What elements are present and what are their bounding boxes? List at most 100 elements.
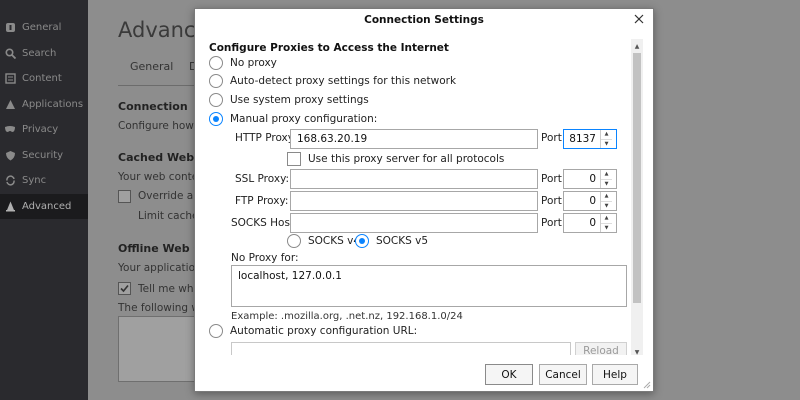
option-label: Manual proxy configuration: [230,113,378,125]
spin-up-icon[interactable]: ▲ [601,130,612,140]
advanced-wizard-icon [4,200,16,212]
sidebar-item-label: Privacy [22,124,59,136]
close-icon[interactable] [633,13,645,25]
http-proxy-input[interactable] [290,129,538,149]
option-label: Auto-detect proxy settings for this netw… [230,75,457,87]
sidebar-item-sync[interactable]: Sync [0,168,88,194]
sidebar-item-label: Content [22,73,62,85]
privacy-mask-icon [4,124,16,136]
no-proxy-example: Example: .mozilla.org, .net.nz, 192.168.… [231,311,463,322]
option-socks-v4[interactable]: SOCKS v4 [287,234,360,248]
sidebar-item-label: Applications [22,98,84,110]
option-manual-proxy[interactable]: Manual proxy configuration: [209,112,377,126]
option-auto-config-url[interactable]: Automatic proxy configuration URL: [209,324,417,338]
sidebar-item-privacy[interactable]: Privacy [0,117,88,143]
spin-down-icon[interactable]: ▼ [601,202,612,211]
spin-down-icon[interactable]: ▼ [601,224,612,233]
sync-icon [4,175,16,187]
ftp-port-input[interactable] [564,192,600,210]
socks-port-label: Port: [541,217,566,229]
search-icon [4,47,16,59]
spin-up-icon[interactable]: ▲ [601,214,612,224]
ok-button[interactable]: OK [485,364,533,385]
socks-v5-label: SOCKS v5 [376,235,429,247]
dialog-title: Connection Settings [364,14,484,26]
option-socks-v5[interactable]: SOCKS v5 [355,234,428,248]
socks-port-stepper[interactable]: ▲▼ [563,213,617,233]
cancel-button[interactable]: Cancel [539,364,587,385]
resize-grip-icon[interactable] [643,381,651,389]
option-auto-detect[interactable]: Auto-detect proxy settings for this netw… [209,74,456,88]
sidebar-item-security[interactable]: Security [0,143,88,169]
ssl-proxy-input[interactable] [290,169,538,189]
sidebar-item-label: Security [22,149,64,161]
tell-me-checkbox[interactable] [118,282,131,295]
port-spinner[interactable]: ▲ ▼ [600,214,612,232]
port-spinner[interactable]: ▲ ▼ [600,170,612,188]
ssl-port-label: Port: [541,173,566,185]
dialog-footer: OK Cancel Help [195,355,653,391]
socks-host-label: SOCKS Host: [231,217,298,229]
checkmark-icon [120,284,129,293]
radio-socks-v4[interactable] [287,234,301,248]
option-system-proxy[interactable]: Use system proxy settings [209,93,369,107]
http-port-stepper[interactable]: ▲▼ [563,129,617,149]
http-port-input[interactable] [564,130,600,148]
option-no-proxy[interactable]: No proxy [209,56,277,70]
radio-auto-config-url[interactable] [209,324,223,338]
section-title: Configure Proxies to Access the Internet [209,42,449,54]
port-spinner[interactable]: ▲ ▼ [600,192,612,210]
radio-no-proxy[interactable] [209,56,223,70]
sidebar-item-label: Advanced [22,200,72,212]
ftp-proxy-label: FTP Proxy: [235,195,289,207]
ssl-port-stepper[interactable]: ▲▼ [563,169,617,189]
sidebar-item-general[interactable]: General [0,15,88,41]
help-button[interactable]: Help [592,364,638,385]
socks-port-input[interactable] [564,214,600,232]
option-label: Automatic proxy configuration URL: [230,325,418,337]
override-checkbox[interactable] [118,190,131,203]
sidebar-item-label: Sync [22,175,47,187]
radio-socks-v5[interactable] [355,234,369,248]
ftp-proxy-input[interactable] [290,191,538,211]
security-icon [4,149,16,161]
no-proxy-for-textarea[interactable]: localhost, 127.0.0.1 [231,265,627,307]
ssl-proxy-label: SSL Proxy: [235,173,290,185]
radio-manual-proxy[interactable] [209,112,223,126]
use-for-all-checkbox[interactable] [287,152,301,166]
port-spinner[interactable]: ▲ ▼ [600,130,612,148]
sidebar-item-content[interactable]: Content [0,66,88,92]
spin-down-icon[interactable]: ▼ [601,140,612,149]
use-for-all-label: Use this proxy server for all protocols [308,153,505,165]
socks-v4-label: SOCKS v4 [308,235,361,247]
ssl-port-input[interactable] [564,170,600,188]
use-for-all-protocols[interactable]: Use this proxy server for all protocols [287,152,504,166]
no-proxy-for-label: No Proxy for: [231,252,299,264]
dialog-scrollbar[interactable]: ▲ ▼ [631,39,643,359]
ftp-port-stepper[interactable]: ▲▼ [563,191,617,211]
general-icon [4,22,16,34]
scroll-up-icon[interactable]: ▲ [631,41,643,51]
sidebar-item-advanced[interactable]: Advanced [0,193,88,219]
radio-system-proxy[interactable] [209,93,223,107]
socks-host-input[interactable] [290,213,538,233]
dialog-titlebar: Connection Settings [195,9,653,31]
applications-icon [4,98,16,110]
sidebar-item-label: Search [22,47,57,59]
preferences-sidebar: General Search Content Applications Priv… [0,0,88,400]
http-port-label: Port: [541,132,566,144]
sidebar-item-search[interactable]: Search [0,41,88,67]
option-label: Use system proxy settings [230,94,369,106]
tab-divider [118,85,198,86]
tab-general[interactable]: General [130,60,173,73]
spin-up-icon[interactable]: ▲ [601,192,612,202]
scrollbar-thumb[interactable] [633,53,641,303]
sidebar-item-label: General [22,22,62,34]
connection-settings-dialog: Connection Settings ▲ ▼ Configure Proxie… [194,8,654,392]
radio-auto-detect[interactable] [209,74,223,88]
content-icon [4,73,16,85]
spin-up-icon[interactable]: ▲ [601,170,612,180]
sidebar-item-applications[interactable]: Applications [0,92,88,118]
spin-down-icon[interactable]: ▼ [601,180,612,189]
connection-heading: Connection [118,100,188,113]
